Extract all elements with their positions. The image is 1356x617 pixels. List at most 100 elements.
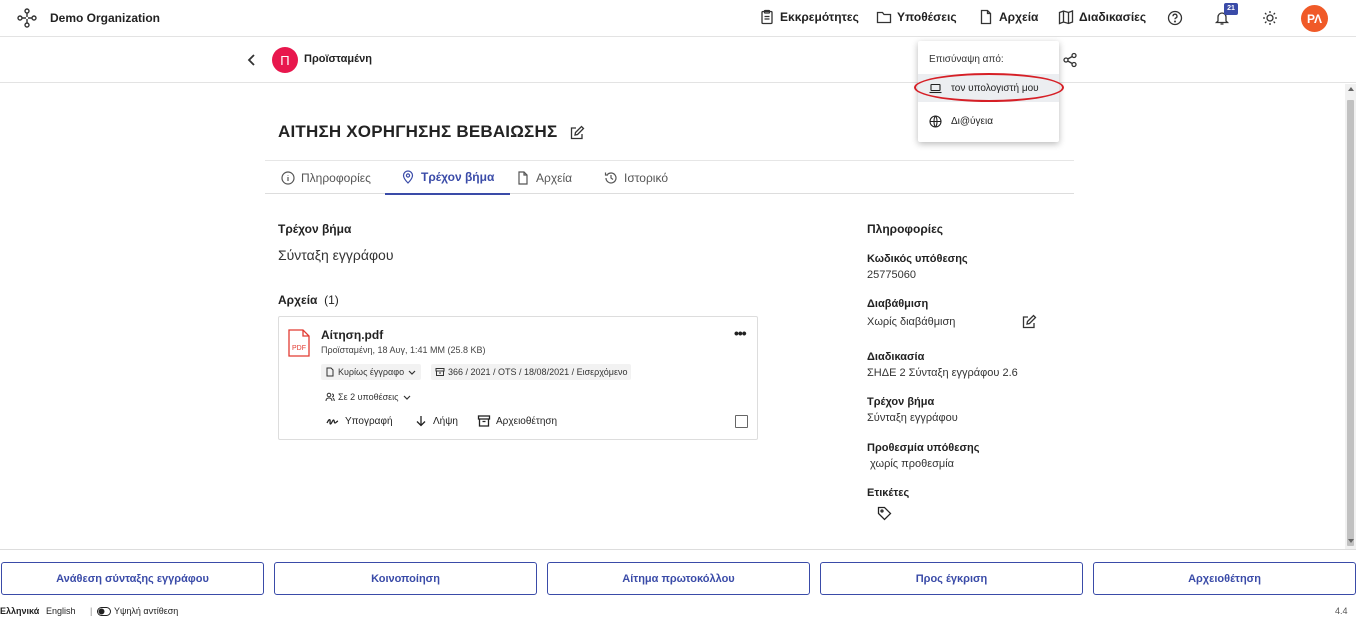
folder-icon (876, 11, 892, 24)
file-icon (518, 171, 528, 185)
file-name[interactable]: Αίτηση.pdf (321, 328, 383, 342)
files-heading: Αρχεία (1) (278, 293, 339, 307)
pdf-file-icon: PDF (288, 329, 310, 357)
doc-type-dropdown[interactable]: Κυρίως έγγραφο (321, 364, 422, 380)
classification-label: Διαβάθμιση (867, 298, 929, 310)
deadline-value: χωρίς προθεσμία (870, 458, 955, 470)
scroll-thumb[interactable] (1347, 100, 1354, 546)
more-options-icon[interactable]: ••• (734, 325, 747, 341)
user-avatar[interactable]: ΡΛ (1301, 5, 1328, 32)
users-icon (325, 392, 335, 402)
protocol-chip[interactable]: 366 / 2021 / OTS / 18/08/2021 / Εισερχόμ… (431, 364, 632, 380)
case-tabs: Πληροφορίες Τρέχον βήμα Αρχεία Ιστορικό (265, 160, 1074, 195)
current-step-value: Σύνταξη εγγράφου (278, 247, 394, 263)
tab-files[interactable]: Αρχεία (516, 161, 572, 195)
top-bar: Demo Organization Εκκρεμότητες Υποθέσεις… (0, 0, 1356, 37)
protocol-label: 366 / 2021 / OTS / 18/08/2021 / Εισερχόμ… (448, 367, 628, 377)
step-label: Τρέχον βήμα (867, 396, 935, 408)
pdf-label: PDF (292, 345, 306, 352)
assign-drafting-button[interactable]: Ανάθεση σύνταξης εγγράφου (1, 562, 264, 595)
tab-info[interactable]: Πληροφορίες (281, 161, 371, 195)
procedure-value: ΣΗΔΕ 2 Σύνταξη εγγράφου 2.6 (867, 367, 1018, 379)
vertical-scrollbar[interactable] (1345, 84, 1356, 549)
notify-button[interactable]: Κοινοποίηση (274, 562, 537, 595)
attach-menu-title: Επισύναψη από: (929, 54, 1004, 65)
help-icon[interactable] (1165, 8, 1185, 28)
org-logo-icon (17, 8, 37, 28)
step-value: Σύνταξη εγγράφου (867, 412, 958, 424)
lang-english[interactable]: English (46, 606, 76, 616)
send-for-approval-button[interactable]: Προς έγκριση (820, 562, 1083, 595)
archive-case-button[interactable]: Αρχειοθέτηση (1093, 562, 1356, 595)
attach-menu: Επισύναψη από: τον υπολογιστή μου Δι@ύγε… (918, 41, 1059, 142)
attach-from-diavgeia[interactable]: Δι@ύγεια (918, 107, 1059, 135)
file-select-checkbox[interactable] (735, 415, 748, 428)
file-meta: Προϊσταμένη, 18 Αυγ, 1:41 ΜΜ (25.8 KB) (321, 345, 486, 355)
nav-files[interactable]: Αρχεία (978, 9, 1038, 25)
nav-cases[interactable]: Υποθέσεις (876, 9, 957, 25)
signature-icon (326, 418, 339, 425)
nav-procedures-label: Διαδικασίες (1079, 10, 1147, 24)
tab-history[interactable]: Ιστορικό (604, 161, 668, 195)
nav-cases-label: Υποθέσεις (897, 10, 957, 24)
theme-sun-icon[interactable] (1260, 8, 1280, 28)
notification-badge: 21 (1224, 3, 1238, 15)
toggle-icon (97, 606, 111, 616)
sign-label: Υπογραφή (345, 415, 393, 427)
scroll-down-arrow-icon[interactable] (1348, 539, 1354, 543)
tag-icon[interactable] (877, 506, 892, 521)
download-button[interactable]: Λήψη (414, 414, 458, 428)
nav-procedures[interactable]: Διαδικασίες (1058, 9, 1146, 25)
attach-from-computer-label: τον υπολογιστή μου (951, 82, 1039, 94)
classification-value: Χωρίς διαβάθμιση (867, 316, 956, 328)
globe-icon (929, 114, 942, 128)
archive-label: Αρχειοθέτηση (496, 415, 558, 427)
file-icon (326, 367, 334, 377)
case-subheader: Π Προϊσταμένη (0, 38, 1356, 83)
lang-greek[interactable]: Ελληνικά (0, 606, 39, 616)
high-contrast-toggle[interactable]: Υψηλή αντίθεση (97, 606, 178, 616)
back-arrow-icon[interactable] (244, 52, 260, 68)
org-switcher[interactable]: Demo Organization (16, 7, 160, 29)
tab-current-step-label: Τρέχον βήμα (421, 170, 495, 184)
org-name: Demo Organization (50, 11, 161, 25)
app-version: 4.4 (1335, 606, 1348, 616)
procedure-label: Διαδικασία (867, 351, 925, 363)
share-icon[interactable] (1062, 52, 1078, 68)
tab-info-label: Πληροφορίες (301, 171, 371, 185)
tab-current-step[interactable]: Τρέχον βήμα (385, 161, 511, 195)
files-count: (1) (324, 293, 339, 307)
nav-pending-label: Εκκρεμότητες (780, 10, 859, 24)
edit-pencil-icon[interactable] (569, 125, 585, 141)
sign-button[interactable]: Υπογραφή (326, 414, 393, 428)
archive-button[interactable]: Αρχειοθέτηση (477, 414, 557, 428)
nav-files-label: Αρχεία (999, 10, 1039, 24)
cases-dropdown[interactable]: Σε 2 υποθέσεις (321, 389, 416, 405)
info-heading: Πληροφορίες (867, 222, 944, 236)
nav-pending[interactable]: Εκκρεμότητες (759, 9, 859, 25)
file-icon (980, 9, 992, 25)
download-label: Λήψη (433, 415, 458, 427)
download-arrow-icon (416, 416, 426, 427)
case-title: ΑΙΤΗΣΗ ΧΟΡΗΓΗΣΗΣ ΒΕΒΑΙΩΣΗΣ (278, 122, 558, 141)
assignee-name: Προϊσταμένη (304, 53, 372, 65)
info-icon (281, 171, 295, 185)
tab-history-label: Ιστορικό (624, 171, 669, 185)
deadline-label: Προθεσμία υπόθεσης (867, 442, 980, 454)
attach-from-diavgeia-label: Δι@ύγεια (951, 115, 993, 127)
archive-box-icon (477, 415, 491, 427)
tags-label: Ετικέτες (867, 487, 910, 499)
current-step-heading: Τρέχον βήμα (278, 222, 352, 236)
attach-from-computer[interactable]: τον υπολογιστή μου (918, 74, 1059, 102)
tab-files-label: Αρχεία (536, 171, 573, 185)
protocol-request-button[interactable]: Αίτημα πρωτοκόλλου (547, 562, 810, 595)
case-code-label: Κωδικός υπόθεσης (867, 253, 968, 265)
main-content: ΑΙΤΗΣΗ ΧΟΡΗΓΗΣΗΣ ΒΕΒΑΙΩΣΗΣ Πληροφορίες Τ… (0, 84, 1345, 549)
assignee-avatar: Π (272, 47, 298, 73)
archive-box-icon (435, 368, 445, 376)
laptop-icon (929, 83, 942, 93)
edit-pencil-icon[interactable] (1021, 314, 1037, 330)
bottom-action-bar: Ανάθεση σύνταξης εγγράφου Κοινοποίηση Αί… (0, 549, 1356, 617)
scroll-up-arrow-icon[interactable] (1348, 87, 1354, 91)
history-icon (604, 172, 617, 184)
